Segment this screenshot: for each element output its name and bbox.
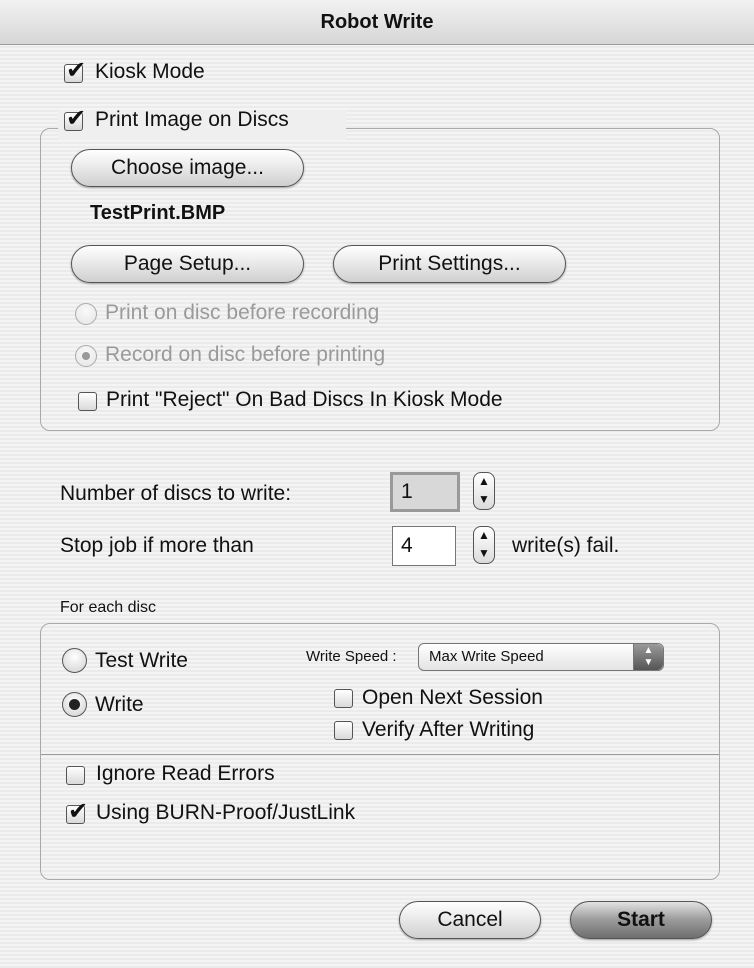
record-before-printing-label: Record on disc before printing [105,343,386,366]
selected-file-name: TestPrint.BMP [90,202,226,224]
popup-arrows-icon: ▲ ▼ [633,644,663,670]
stepper-down-icon[interactable]: ▼ [474,491,494,509]
print-reject-checkbox[interactable] [78,392,97,411]
stop-job-suffix: write(s) fail. [512,534,620,557]
verify-after-writing-checkbox[interactable] [334,721,353,740]
write-speed-popup[interactable]: Max Write Speed ▲ ▼ [418,643,664,671]
stepper-up-icon[interactable]: ▲ [474,527,494,545]
open-next-session-label: Open Next Session [362,686,543,709]
radio-dot [69,699,80,710]
for-each-disc-heading: For each disc [60,599,157,616]
check-icon: ✔ [68,797,89,825]
stepper-down-icon[interactable]: ▼ [474,545,494,563]
write-label: Write [95,693,144,716]
check-icon: ✔ [66,104,87,132]
start-button[interactable]: Start [570,901,712,939]
test-write-label: Test Write [95,649,188,672]
discs-count-label: Number of discs to write: [60,482,292,505]
cancel-button[interactable]: Cancel [399,901,541,939]
choose-image-button[interactable]: Choose image... [71,149,304,187]
verify-after-writing-label: Verify After Writing [362,718,535,741]
write-speed-value: Max Write Speed [429,648,544,665]
stop-job-stepper[interactable]: ▲ ▼ [473,526,495,564]
radio-dot [82,352,90,360]
test-write-radio[interactable] [62,648,87,673]
kiosk-mode-checkbox[interactable]: ✔ [64,56,86,84]
kiosk-mode-label: Kiosk Mode [95,60,205,83]
window-title: Robot Write [0,0,754,45]
page-setup-button[interactable]: Page Setup... [71,245,304,283]
print-before-recording-radio[interactable] [75,303,97,325]
check-icon: ✔ [66,56,87,84]
burn-proof-checkbox[interactable]: ✔ [66,797,88,825]
stop-job-field[interactable]: 4 [392,526,456,566]
stepper-up-icon[interactable]: ▲ [474,473,494,491]
stop-job-label: Stop job if more than [60,534,254,557]
discs-count-stepper[interactable]: ▲ ▼ [473,472,495,510]
print-reject-label: Print "Reject" On Bad Discs In Kiosk Mod… [106,388,503,411]
print-image-label: Print Image on Discs [95,108,289,131]
write-radio[interactable] [62,692,87,717]
group-divider [41,754,719,755]
ignore-read-errors-checkbox[interactable] [66,766,85,785]
print-before-recording-label: Print on disc before recording [105,301,380,324]
print-settings-button[interactable]: Print Settings... [333,245,566,283]
print-image-checkbox[interactable]: ✔ [64,104,86,132]
discs-count-field[interactable]: 1 [390,472,460,512]
ignore-read-errors-label: Ignore Read Errors [96,762,275,785]
record-before-printing-radio[interactable] [75,345,97,367]
write-speed-label: Write Speed : [306,648,397,665]
burn-proof-label: Using BURN-Proof/JustLink [96,801,356,824]
open-next-session-checkbox[interactable] [334,689,353,708]
